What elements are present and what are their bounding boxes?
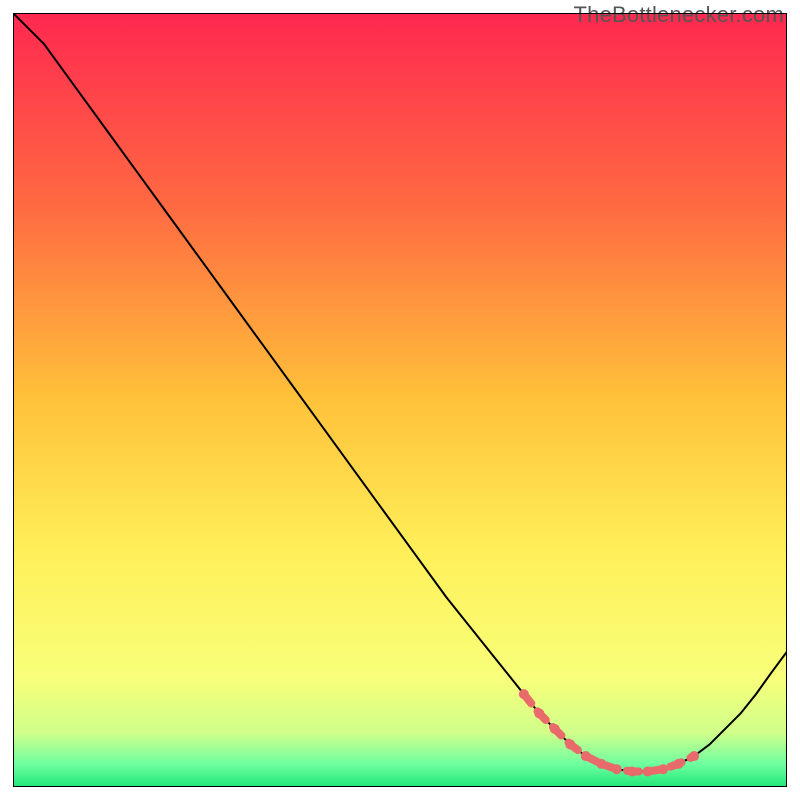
chart-lines — [13, 13, 787, 787]
plot-area — [13, 13, 787, 787]
optimal-point — [627, 767, 637, 777]
optimal-point — [596, 759, 606, 769]
optimal-point — [581, 751, 591, 761]
bottleneck-curve — [13, 13, 787, 772]
watermark-text: TheBottlenecker.com — [574, 2, 784, 28]
optimal-point — [612, 764, 622, 774]
optimal-point — [674, 759, 684, 769]
optimal-range-markers — [519, 689, 699, 776]
optimal-point — [643, 767, 653, 777]
optimal-point — [658, 764, 668, 774]
optimal-point — [550, 724, 560, 734]
optimal-point — [689, 751, 699, 761]
optimal-point — [519, 689, 529, 699]
optimal-point — [534, 708, 544, 718]
bottleneck-chart: TheBottlenecker.com — [0, 0, 800, 800]
optimal-point — [565, 739, 575, 749]
optimal-range-dash — [524, 694, 694, 771]
